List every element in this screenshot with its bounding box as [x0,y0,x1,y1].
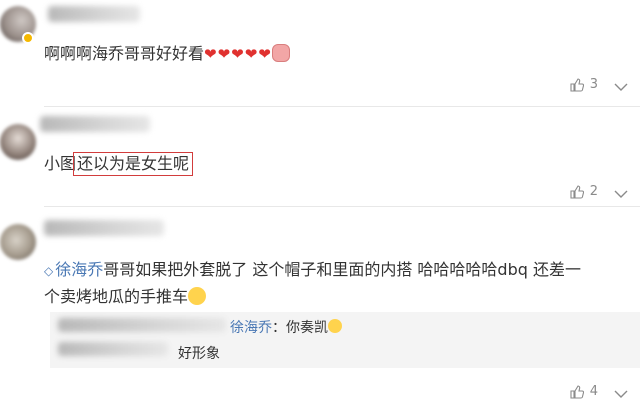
comment-text-content: 哥哥如果把外套脱了 这个帽子和里面的内搭 哈哈哈哈哈dbq 还差一 [103,260,581,279]
comment-text: 啊啊啊海乔哥哥好好看❤❤❤❤❤ [44,42,290,66]
reply-text: 好形象 [178,346,220,362]
verified-badge-icon [22,32,34,44]
highlighted-text: 还以为是女生呢 [73,152,194,176]
chevron-down-icon[interactable] [614,389,628,399]
blurred-username[interactable] [48,6,140,22]
comment-item: ◇ 徐海乔哥哥如果把外套脱了 这个帽子和里面的内搭 哈哈哈哈哈dbq 还差一 个卖… [0,206,640,410]
comment-text: 小图还以为是女生呢 [44,152,194,176]
blurred-username[interactable] [44,220,164,236]
comment-item: 啊啊啊海乔哥哥好好看❤❤❤❤❤ 3 [0,0,640,106]
like-button[interactable]: 2 [570,184,598,199]
like-button[interactable]: 4 [570,384,598,399]
pig-face-emoji-icon [271,44,290,62]
shy-emoji-icon [328,319,342,333]
comment-text-content: 个卖烤地瓜的手推车 [44,287,189,306]
reply-text: 你奏凯 [286,320,328,336]
comment-text-line-1: ◇ 徐海乔哥哥如果把外套脱了 这个帽子和里面的内搭 哈哈哈哈哈dbq 还差一 [44,258,581,283]
heart-emojis: ❤❤❤❤❤ [204,45,272,63]
like-count: 2 [589,184,598,199]
reply-separator: ： [272,320,286,336]
reply-item: 徐海乔：你奏凯 [230,318,342,338]
like-count: 4 [589,384,598,399]
blurred-username[interactable] [40,116,150,132]
thumbs-up-icon [570,184,584,199]
chevron-down-icon[interactable] [614,189,628,199]
avatar[interactable] [0,224,36,260]
laughing-emoji-icon [188,287,207,305]
reply-item: 好形象 [178,344,220,364]
blurred-reply-username[interactable] [58,342,168,356]
mention-link[interactable]: 徐海乔 [55,260,103,279]
avatar[interactable] [0,124,36,160]
comment-text-content: 啊啊啊海乔哥哥好好看 [44,44,205,63]
thumbs-up-icon [570,77,584,92]
chevron-down-icon[interactable] [614,82,628,92]
comment-text-line-2: 个卖烤地瓜的手推车 [44,285,207,309]
blurred-reply-username[interactable] [58,318,226,332]
comment-text-plain: 小图 [44,154,77,173]
like-count: 3 [589,77,598,92]
reply-author-link[interactable]: 徐海乔 [230,320,272,336]
thumbs-up-icon [570,384,584,399]
diamond-icon: ◇ [44,264,54,278]
comment-item: 小图还以为是女生呢 2 [0,106,640,206]
like-button[interactable]: 3 [570,77,598,92]
reply-thread[interactable]: 徐海乔：你奏凯 好形象 [50,312,640,368]
